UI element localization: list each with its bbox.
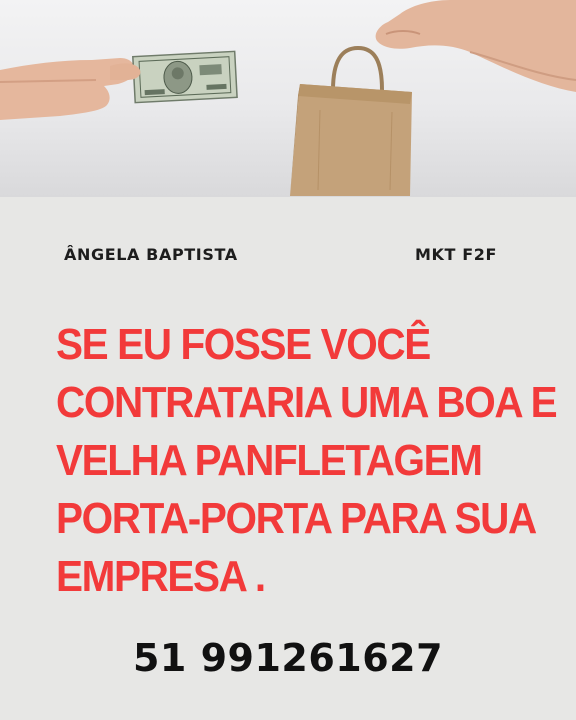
flyer-page: ÂNGELA BAPTISTA MKT F2F SE EU FOSSE VOCÊ… [0, 0, 576, 720]
hand-with-shopping-bag-icon [290, 0, 576, 196]
hand-with-banknote-icon [0, 50, 238, 120]
author-name: ÂNGELA BAPTISTA [64, 245, 238, 264]
header-photo [0, 0, 576, 197]
names-row: ÂNGELA BAPTISTA MKT F2F [0, 245, 576, 269]
headline-line: CONTRATARIA UMA BOA E [56, 378, 558, 427]
headline-line: VELHA PANFLETAGEM [56, 436, 483, 485]
brand-name: MKT F2F [415, 245, 497, 264]
headline-line: PORTA-PORTA PARA SUA [56, 494, 537, 543]
exchange-illustration [0, 0, 576, 196]
headline-line: EMPRESA . [56, 552, 266, 601]
phone-number: 51 991261627 [132, 636, 444, 680]
headline: SE EU FOSSE VOCÊ CONTRATARIA UMA BOA E V… [56, 316, 558, 606]
headline-line: SE EU FOSSE VOCÊ [56, 320, 431, 369]
